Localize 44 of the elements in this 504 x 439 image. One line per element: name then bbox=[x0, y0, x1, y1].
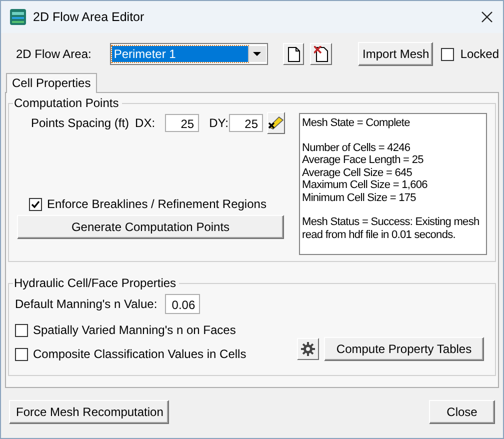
mesh-info-text: Number of Cells = 4246 bbox=[302, 142, 412, 154]
settings-button[interactable] bbox=[297, 338, 319, 360]
close-icon[interactable] bbox=[481, 11, 493, 23]
group-title: Hydraulic Cell/Face Properties bbox=[13, 276, 178, 290]
locked-label: Locked bbox=[460, 47, 500, 61]
dy-label: DY: bbox=[209, 116, 229, 130]
pencil-icon bbox=[268, 116, 284, 130]
option-checkbox[interactable] bbox=[15, 348, 28, 360]
spacing-tool-button[interactable] bbox=[267, 112, 285, 134]
window-title: 2D Flow Area Editor bbox=[33, 10, 144, 24]
option-label: Spatially Varied Manning's n on Faces bbox=[33, 323, 236, 337]
mesh-info-text: Minimum Cell Size = 175 bbox=[302, 192, 417, 204]
locked-checkbox[interactable] bbox=[441, 48, 454, 60]
tab[interactable]: Cell Properties bbox=[6, 73, 97, 93]
settings-icon bbox=[301, 342, 315, 356]
flow-area-label: 2D Flow Area: bbox=[16, 47, 92, 61]
mesh-info-text: Average Cell Size = 645 bbox=[302, 166, 414, 179]
dx-label: DX: bbox=[135, 116, 156, 130]
compute-tables-button[interactable]: Compute Property Tables bbox=[324, 337, 484, 361]
new-document-button[interactable] bbox=[282, 43, 304, 65]
mannings-input[interactable]: 0.06 bbox=[165, 294, 200, 314]
enforce-breaklines-label: Enforce Breaklines / Refinement Regions bbox=[47, 197, 266, 211]
mesh-info-text: Maximum Cell Size = 1,606 bbox=[302, 179, 428, 192]
enforce-breaklines-checkbox[interactable] bbox=[29, 198, 42, 210]
document-icon bbox=[288, 46, 300, 62]
mannings-label: Default Manning's n Value: bbox=[15, 297, 158, 311]
mesh-info-text: Mesh Status = Success: Existing mesh read from hdf file in 0.01 seconds. bbox=[302, 216, 480, 241]
dx-input[interactable]: 25 bbox=[165, 114, 200, 132]
force-recompute-button[interactable]: Force Mesh Recomputation bbox=[9, 400, 169, 424]
mesh-info-text: Average Face Length = 25 bbox=[302, 154, 424, 166]
mesh-info-text: Mesh State = Complete bbox=[302, 117, 411, 130]
delete-document-icon bbox=[314, 46, 328, 62]
spacing-label: Points Spacing (ft) bbox=[31, 116, 130, 130]
import-mesh-button[interactable]: Import Mesh bbox=[358, 42, 434, 66]
option-checkbox[interactable] bbox=[15, 324, 28, 336]
group-title: Computation Points bbox=[13, 96, 120, 110]
caret-icon bbox=[253, 52, 262, 56]
option-label: Composite Classification Values in Cells bbox=[33, 347, 246, 361]
generate-points-button[interactable]: Generate Computation Points bbox=[17, 215, 284, 239]
close-button[interactable]: Close bbox=[429, 400, 495, 424]
delete-document-button[interactable] bbox=[310, 43, 332, 65]
app-icon bbox=[10, 9, 26, 25]
flow-area-dropdown[interactable]: Perimeter 1 bbox=[110, 43, 268, 65]
dy-input[interactable]: 25 bbox=[228, 114, 263, 132]
